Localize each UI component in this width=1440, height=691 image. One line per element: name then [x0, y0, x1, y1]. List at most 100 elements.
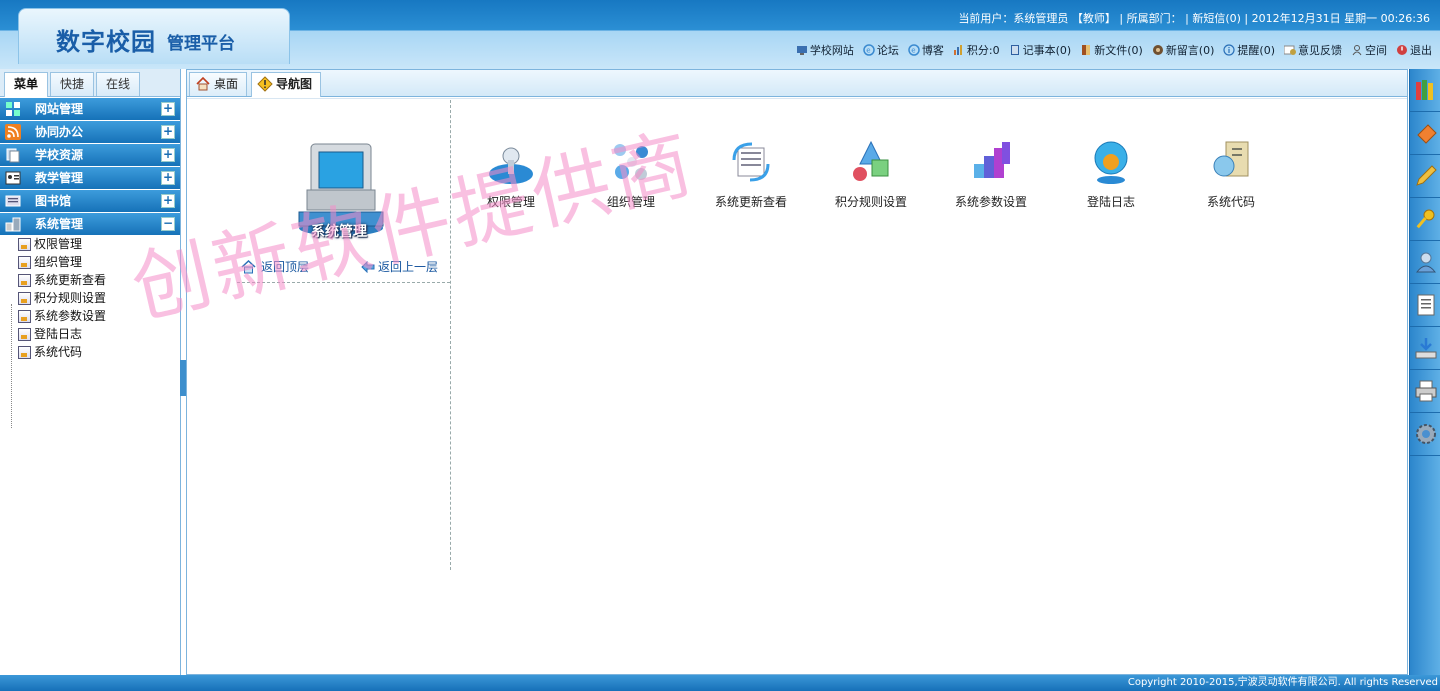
school-site-icon: [796, 46, 807, 55]
notes-button[interactable]: [1410, 284, 1440, 327]
sub-item-login-log[interactable]: 登陆日志: [0, 325, 180, 343]
collapse-icon[interactable]: −: [161, 217, 175, 231]
pencil-button[interactable]: [1410, 155, 1440, 198]
func-permission[interactable]: 权限管理: [461, 138, 561, 210]
teaching-icon: [5, 171, 21, 185]
tab-navigation-map[interactable]: 导航图: [251, 72, 322, 97]
pencil-icon: [1415, 165, 1437, 186]
expand-icon[interactable]: +: [161, 194, 175, 208]
tab-desktop[interactable]: 桌面: [189, 72, 248, 96]
books-icon: [1415, 80, 1433, 100]
back-up-link[interactable]: 返回上一层: [361, 258, 438, 275]
books-button[interactable]: [1410, 69, 1440, 112]
page-icon: [18, 274, 31, 287]
menu-website[interactable]: 网站管理 +: [0, 98, 180, 120]
tab-shortcut[interactable]: 快捷: [50, 72, 94, 96]
expand-icon[interactable]: +: [161, 102, 175, 116]
blog-icon: e: [908, 44, 920, 56]
page-icon: [18, 346, 31, 359]
svg-text:e: e: [866, 47, 870, 55]
expand-icon[interactable]: +: [161, 148, 175, 162]
right-toolbar: [1409, 69, 1440, 675]
sub-item-system-update[interactable]: 系统更新查看: [0, 271, 180, 289]
menu-library[interactable]: 图书馆 +: [0, 190, 180, 212]
menu-resources[interactable]: 学校资源 +: [0, 144, 180, 166]
sub-item-permission[interactable]: 权限管理: [0, 235, 180, 253]
left-panel: 菜单 快捷 在线 网站管理 + 协同办公 + 学校资源 + 教学管理 + 图书馆…: [0, 69, 181, 675]
svg-text:e: e: [911, 47, 915, 55]
func-system-update[interactable]: 系统更新查看: [701, 138, 801, 210]
header: 数字校园 管理平台 当前用户：系统管理员 【教师】 | 所属部门： | 新短信(…: [0, 0, 1440, 69]
sub-item-system-code[interactable]: 系统代码: [0, 343, 180, 361]
login-log-icon: [1094, 141, 1128, 184]
link-notebook[interactable]: 记事本(0): [1009, 42, 1071, 58]
main-panel: 桌面 导航图 系统管理 返回顶层 返回上一层 权限管理 组织管理 系统更新查看: [186, 69, 1408, 675]
link-school-site[interactable]: 学校网站: [796, 42, 854, 58]
download-button[interactable]: [1410, 327, 1440, 370]
link-points[interactable]: 积分:0: [953, 42, 1000, 58]
user-button[interactable]: [1410, 241, 1440, 284]
link-space[interactable]: 空间: [1351, 42, 1387, 58]
user-info-bar: 当前用户：系统管理员 【教师】 | 所属部门： | 新短信(0) | 2012年…: [958, 12, 1430, 25]
logout-icon: [1397, 45, 1407, 55]
footer-copyright: Copyright 2010-2015,宁波灵动软件有限公司. All righ…: [0, 675, 1440, 691]
logo-sub: 管理平台: [167, 34, 235, 54]
user-icon: [1415, 252, 1436, 273]
link-feedback[interactable]: 意见反馈: [1284, 42, 1342, 58]
section-label: 系统管理: [311, 224, 367, 240]
home-icon: [196, 76, 210, 91]
notebook-icon: [1010, 45, 1019, 55]
tab-online[interactable]: 在线: [96, 72, 140, 96]
home-icon: [241, 259, 256, 273]
back-to-top-link[interactable]: 返回顶层: [241, 258, 309, 275]
func-organization[interactable]: 组织管理: [581, 138, 681, 210]
sub-item-system-params[interactable]: 系统参数设置: [0, 307, 180, 325]
permission-icon: [489, 147, 533, 184]
tab-menu[interactable]: 菜单: [4, 72, 48, 97]
expand-icon[interactable]: +: [161, 125, 175, 139]
link-new-file[interactable]: 新文件(0): [1080, 42, 1143, 58]
sub-item-points-rule[interactable]: 积分规则设置: [0, 289, 180, 307]
sub-item-organization[interactable]: 组织管理: [0, 253, 180, 271]
key-icon: [1416, 209, 1434, 229]
link-blog[interactable]: e 博客: [908, 42, 944, 58]
link-new-message[interactable]: 新留言(0): [1152, 42, 1214, 58]
eraser-button[interactable]: [1410, 112, 1440, 155]
link-logout[interactable]: 退出: [1396, 42, 1432, 58]
page-icon: [18, 328, 31, 341]
link-reminder[interactable]: 提醒(0): [1223, 42, 1275, 58]
feedback-icon: [1284, 45, 1296, 55]
system-params-icon: [974, 142, 1010, 178]
divider: [237, 282, 450, 283]
settings-button[interactable]: [1410, 413, 1440, 456]
divider: [450, 100, 451, 570]
func-points-rule[interactable]: 积分规则设置: [821, 138, 921, 210]
menu-teaching[interactable]: 教学管理 +: [0, 167, 180, 189]
new-file-icon: [1082, 45, 1091, 55]
reminder-icon: [1223, 44, 1236, 56]
points-icon: [953, 45, 962, 55]
new-message-icon: [1152, 45, 1163, 55]
key-button[interactable]: [1410, 198, 1440, 241]
page-icon: [18, 310, 31, 323]
points-rule-icon: [853, 140, 889, 181]
settings-icon: [1415, 424, 1436, 444]
menu-office[interactable]: 协同办公 +: [0, 121, 180, 143]
page-icon: [18, 238, 31, 251]
expand-icon[interactable]: +: [161, 171, 175, 185]
func-login-log[interactable]: 登陆日志: [1061, 138, 1161, 210]
menu-system[interactable]: 系统管理 −: [0, 213, 180, 235]
printer-button[interactable]: [1410, 370, 1440, 413]
divider: [187, 98, 1407, 99]
notes-icon: [1417, 294, 1434, 316]
space-icon: [1352, 45, 1362, 56]
logo-main: 数字校园: [56, 28, 156, 56]
page-icon: [18, 256, 31, 269]
link-forum[interactable]: e 论坛: [863, 42, 899, 58]
func-system-code[interactable]: 系统代码: [1181, 138, 1281, 210]
resources-icon: [6, 148, 20, 163]
eraser-icon: [1416, 124, 1437, 144]
main-tabs: 桌面 导航图: [187, 70, 1407, 97]
system-update-icon: [732, 142, 770, 182]
func-system-params[interactable]: 系统参数设置: [941, 138, 1041, 210]
